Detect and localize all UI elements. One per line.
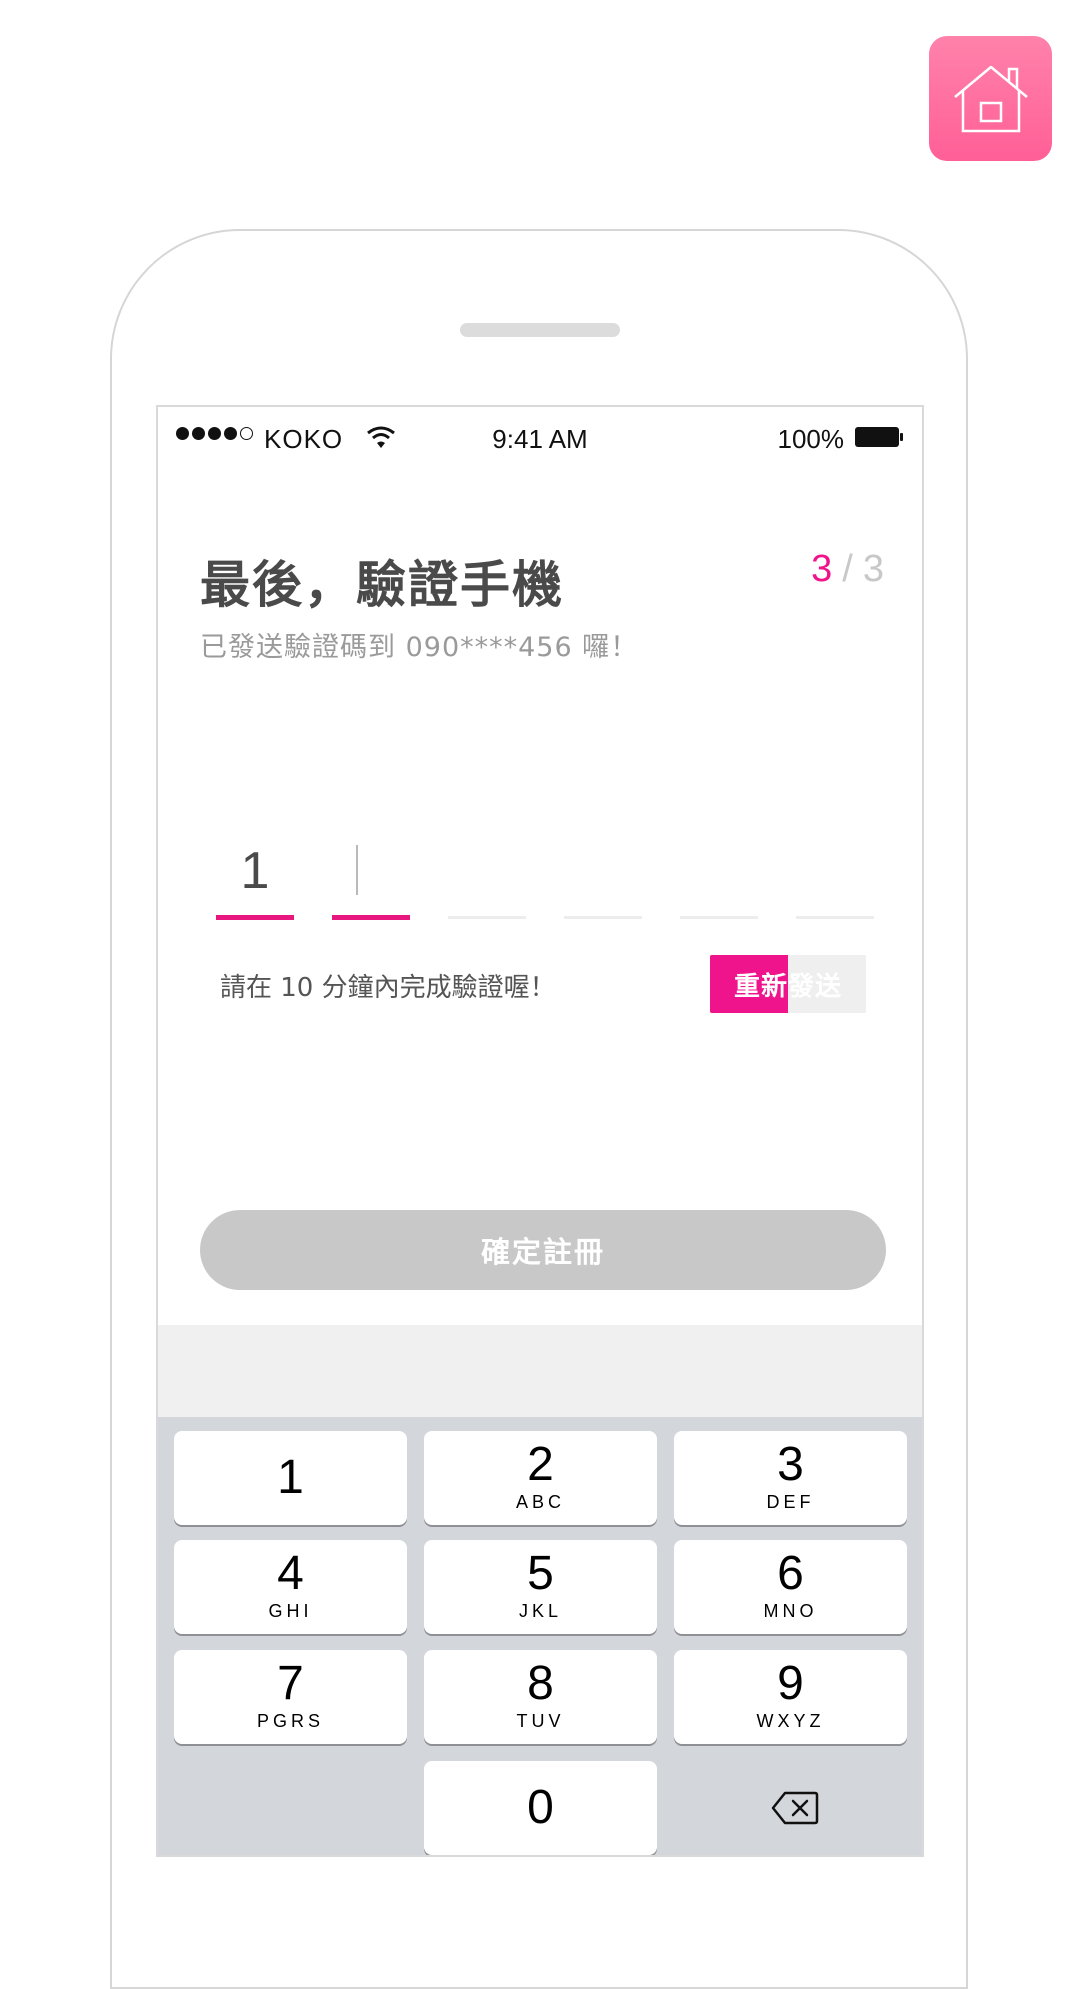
key-3[interactable]: 3 DEF xyxy=(674,1431,907,1525)
key-number: 7 xyxy=(277,1657,304,1710)
keyboard-accessory-bar xyxy=(158,1325,922,1417)
status-bar: KOKO 9:41 AM 100% xyxy=(158,407,922,471)
key-number: 0 xyxy=(527,1781,554,1834)
key-0[interactable]: 0 xyxy=(424,1761,657,1855)
key-number: 8 xyxy=(527,1657,554,1710)
step-separator: / xyxy=(842,548,853,590)
code-digit-1[interactable]: 1 xyxy=(216,827,294,927)
backspace-icon xyxy=(771,1791,818,1825)
delete-key[interactable] xyxy=(678,1761,911,1855)
step-indicator: 3/3 xyxy=(811,548,884,591)
key-8[interactable]: 8 TUV xyxy=(424,1650,657,1744)
home-button[interactable] xyxy=(929,36,1052,161)
page-subtitle: 已發送驗證碼到 090****456 囉！ xyxy=(200,632,639,663)
phone-speaker xyxy=(460,323,620,337)
numeric-keypad: 1 2 ABC 3 DEF 4 GHI 5 JKL 6 MNO 7 PGRS 8… xyxy=(158,1417,922,1855)
key-letters: TUV xyxy=(516,1711,565,1731)
key-2[interactable]: 2 ABC xyxy=(424,1431,657,1525)
time-limit-hint: 請在 10 分鐘內完成驗證喔！ xyxy=(220,973,556,1003)
battery-icon xyxy=(855,427,903,447)
resend-button[interactable]: 重新發送 xyxy=(710,955,866,1013)
key-number: 4 xyxy=(277,1547,304,1600)
code-digit-4[interactable] xyxy=(564,827,642,927)
key-number: 6 xyxy=(777,1547,804,1600)
text-cursor xyxy=(356,845,358,895)
key-number: 2 xyxy=(527,1438,554,1491)
key-9[interactable]: 9 WXYZ xyxy=(674,1650,907,1744)
code-digit-value: 1 xyxy=(240,842,270,900)
code-digit-6[interactable] xyxy=(796,827,874,927)
key-number: 1 xyxy=(277,1451,304,1504)
key-letters: GHI xyxy=(268,1601,313,1621)
home-icon xyxy=(953,65,1028,132)
key-letters: MNO xyxy=(763,1601,818,1621)
step-current: 3 xyxy=(811,548,833,590)
phone-screen: KOKO 9:41 AM 100% 最後，驗證手機 3/3 已發送驗證碼到 09… xyxy=(156,405,924,1857)
key-7[interactable]: 7 PGRS xyxy=(174,1650,407,1744)
key-number: 5 xyxy=(527,1547,554,1600)
code-digit-3[interactable] xyxy=(448,827,526,927)
page-title: 最後，驗證手機 xyxy=(200,556,564,614)
code-digit-2[interactable] xyxy=(332,827,410,927)
key-4[interactable]: 4 GHI xyxy=(174,1540,407,1634)
confirm-register-button[interactable]: 確定註冊 xyxy=(200,1210,886,1290)
key-number: 9 xyxy=(777,1657,804,1710)
key-5[interactable]: 5 JKL xyxy=(424,1540,657,1634)
key-letters: JKL xyxy=(518,1601,563,1621)
key-1[interactable]: 1 xyxy=(174,1431,407,1525)
key-number: 3 xyxy=(777,1438,804,1491)
key-letters: DEF xyxy=(766,1492,815,1512)
battery-percentage: 100% xyxy=(777,424,845,454)
key-letters: PGRS xyxy=(256,1711,324,1731)
key-letters: ABC xyxy=(515,1492,565,1512)
code-digit-5[interactable] xyxy=(680,827,758,927)
verification-code-input[interactable]: 1 xyxy=(216,827,876,927)
step-total: 3 xyxy=(862,548,884,590)
key-6[interactable]: 6 MNO xyxy=(674,1540,907,1634)
key-letters: WXYZ xyxy=(756,1711,825,1731)
